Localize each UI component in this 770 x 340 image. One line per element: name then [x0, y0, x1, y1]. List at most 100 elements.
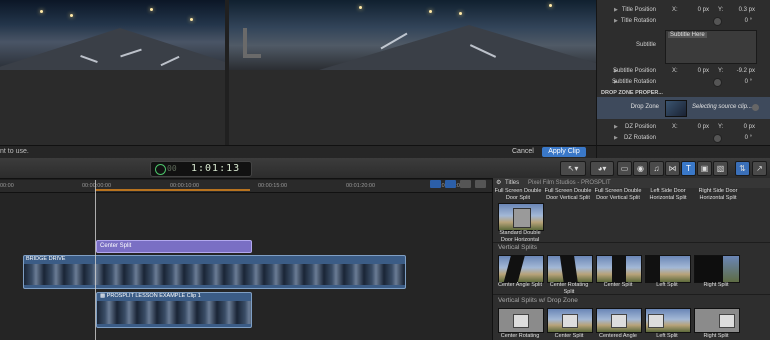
thumbnail-split-shape [723, 256, 739, 282]
row-label: Title Position [621, 7, 656, 13]
x-value-field[interactable]: 0 px [689, 68, 709, 74]
connected-clip[interactable]: ▩ PROSPLIT LESSON EXAMPLE Clip 1 [96, 292, 252, 328]
title-item[interactable]: Centered Angle [593, 333, 643, 340]
title-item[interactable]: Right Split [691, 282, 741, 289]
title-thumbnail[interactable] [498, 255, 544, 283]
title-item[interactable]: Right Split [691, 333, 741, 340]
titles-browser: ⚙ Titles Pixel Film Studios - PROSPLIT F… [492, 178, 770, 340]
drop-zone-thumbnail[interactable] [665, 100, 687, 117]
car-light [459, 12, 462, 15]
title-item[interactable]: Full Screen Double Door Vertical Split [543, 188, 593, 201]
inspector-row-drop-zone[interactable]: Drop Zone Selecting source clip... [597, 97, 770, 119]
ruler-tick: 00:00 [0, 183, 14, 189]
inspector-row-dz-rotation: ▶ DZ Rotation 0 ° [597, 133, 770, 143]
title-thumbnail[interactable] [498, 308, 544, 333]
title-thumbnail[interactable] [596, 308, 642, 333]
road-shape [319, 25, 596, 70]
title-item[interactable]: Left Split [642, 333, 692, 340]
timecode-display[interactable]: 00 1:01:13 [150, 161, 252, 177]
title-item[interactable]: Right Side Door Horizontal Split [693, 188, 743, 201]
generator-icon: ▣ [700, 164, 709, 173]
title-thumbnail[interactable] [645, 308, 691, 333]
title-thumbnail[interactable] [694, 308, 740, 333]
title-thumbnail[interactable] [547, 308, 593, 333]
y-value-field[interactable]: -9.2 px [735, 68, 755, 74]
inspector-row-subtitle-position: ▶ Subtitle Position X: 0 px Y: -9.2 px [597, 66, 770, 76]
subtitle-text[interactable]: Subtitle Here [668, 32, 707, 38]
disclosure-triangle-icon[interactable]: ▶ [614, 135, 618, 141]
transform-tool-button[interactable]: ◕▾ [590, 161, 614, 176]
rotation-value-field[interactable]: 0 ° [732, 18, 752, 24]
instruction-text: nt to use. [0, 148, 29, 155]
street-light [40, 10, 43, 13]
drop-zone-reset-icon[interactable] [752, 104, 759, 111]
y-value-field[interactable]: 0.3 px [735, 7, 755, 13]
transitions-button[interactable]: ⋈ [665, 161, 680, 176]
clip-appearance-icon[interactable] [475, 180, 486, 188]
row-label: Subtitle Position [612, 68, 656, 74]
drop-zone-icon [719, 314, 735, 328]
title-thumbnail[interactable] [694, 255, 740, 283]
x-value-field[interactable]: 0 px [689, 124, 709, 130]
background-tasks-button[interactable]: ⇅ [735, 161, 750, 176]
clip-icon-button[interactable]: ▭ [617, 161, 632, 176]
thumbnail-split-shape [612, 256, 626, 282]
camera-snapshot-icon[interactable] [460, 180, 471, 188]
thumbnail-split-shape [559, 256, 579, 282]
rotation-value-field[interactable]: 0 ° [732, 79, 752, 85]
disclosure-triangle-icon[interactable]: ▶ [614, 18, 618, 24]
drop-zone-section-header[interactable]: DROP ZONE PROPER... [601, 90, 663, 96]
y-value-field[interactable]: 0 px [735, 124, 755, 130]
music-button[interactable]: ♫ [649, 161, 664, 176]
rotation-dial[interactable] [713, 134, 722, 143]
title-item[interactable]: Center Angle Split [495, 282, 545, 289]
skimming-icon[interactable] [445, 180, 456, 188]
y-label: Y: [718, 68, 724, 74]
title-thumbnail[interactable] [645, 255, 691, 283]
title-item[interactable]: Center Split [544, 333, 594, 340]
titles-button[interactable]: T [681, 161, 696, 176]
title-thumbnail[interactable] [596, 255, 642, 283]
viewer [0, 0, 596, 145]
road-shape [0, 28, 225, 70]
primary-storyline-clip[interactable]: BRIDGE DRIVE [23, 255, 406, 289]
subtitle-text-field[interactable]: Subtitle Here [665, 30, 757, 64]
timecode-prefix: 00 [167, 164, 177, 173]
rotation-value-field[interactable]: 0 ° [732, 135, 752, 141]
share-button[interactable]: ↗ [752, 161, 767, 176]
title-item[interactable]: Center Rotating [495, 333, 545, 340]
x-value-field[interactable]: 0 px [689, 7, 709, 13]
playhead[interactable] [95, 180, 96, 340]
rotation-dial[interactable] [713, 78, 722, 87]
photo-button[interactable]: ◉ [633, 161, 648, 176]
audio-meter-icon[interactable] [430, 180, 441, 188]
transitions-icon: ⋈ [668, 164, 677, 173]
viewer-right-video[interactable] [229, 0, 596, 70]
viewer-left-video[interactable] [0, 0, 225, 70]
title-item[interactable]: Center Split [593, 282, 643, 289]
title-thumbnail[interactable] [547, 255, 593, 283]
cancel-button[interactable]: Cancel [512, 148, 534, 155]
disclosure-triangle-icon[interactable]: ▶ [614, 7, 618, 13]
select-tool-button[interactable]: ↖▾ [560, 161, 586, 176]
x-label: X: [672, 68, 678, 74]
title-item[interactable]: Left Side Door Horizontal Split [643, 188, 693, 201]
title-clip[interactable]: Center Split [96, 240, 252, 253]
clip-icon: ▭ [620, 164, 629, 173]
thumbnail-door-shape [513, 208, 531, 228]
title-item[interactable]: Left Split [642, 282, 692, 289]
themes-button[interactable]: ▧ [713, 161, 728, 176]
title-item[interactable]: Full Screen Double Door Split [493, 188, 543, 201]
disclosure-triangle-icon[interactable]: ▶ [614, 124, 618, 130]
title-item[interactable]: Full Screen Double Door Vertical Split [593, 188, 643, 201]
gear-icon[interactable]: ⚙ [496, 179, 501, 186]
section-divider [493, 242, 770, 243]
title-thumbnail[interactable] [498, 203, 544, 231]
generators-button[interactable]: ▣ [697, 161, 712, 176]
rotation-dial[interactable] [713, 17, 722, 26]
timeline-ruler[interactable]: 00:00 00:00:00:00 00:00:10:00 00:00:15:0… [0, 180, 492, 193]
apply-clip-button[interactable]: Apply Clip [542, 147, 586, 157]
ruler-tick: 00:00:15:00 [258, 183, 288, 189]
inspector-row-title-position: ▶ Title Position X: 0 px Y: 0.3 px [597, 5, 770, 15]
clip-name: BRIDGE DRIVE [26, 256, 66, 262]
